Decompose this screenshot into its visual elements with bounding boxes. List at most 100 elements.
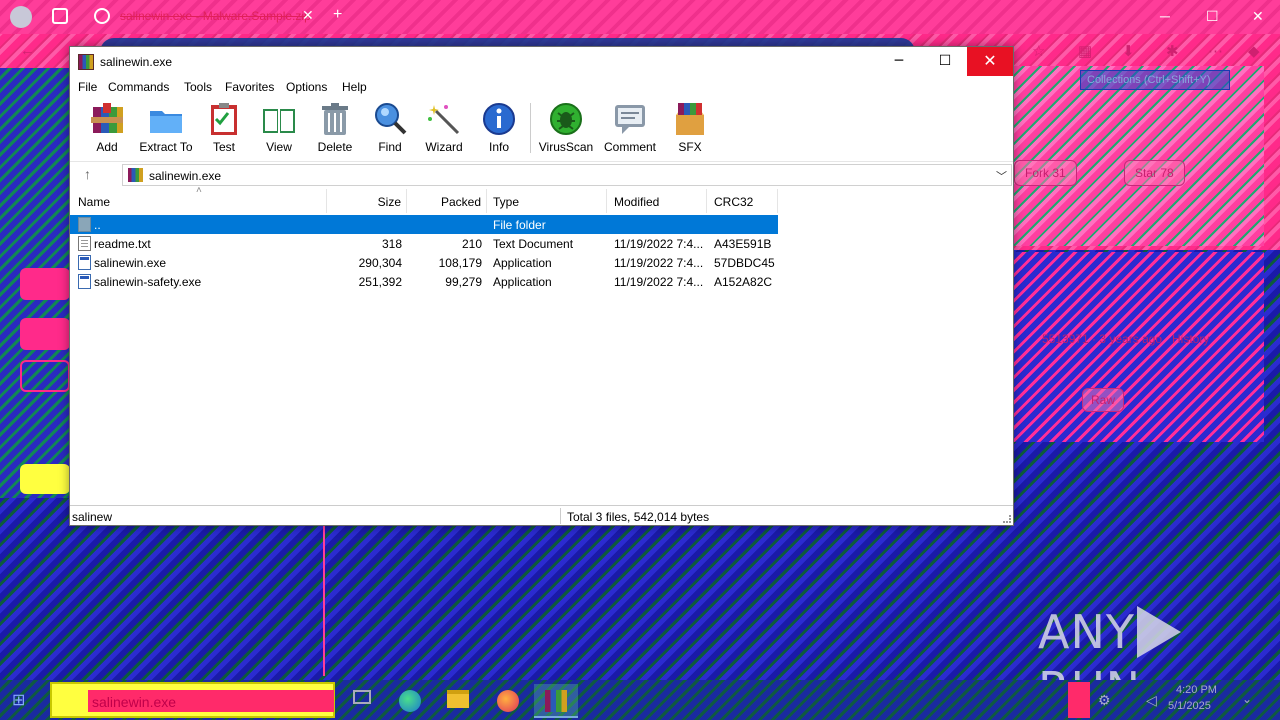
new-tab-icon[interactable]: + — [333, 6, 342, 24]
history-link[interactable]: History — [1172, 332, 1209, 346]
add-label: Add — [96, 140, 118, 154]
sfx-button[interactable]: SFX — [668, 99, 712, 155]
add-button[interactable]: Add — [86, 99, 128, 155]
column-header-packed[interactable]: Packed — [407, 189, 487, 213]
virusscan-button[interactable]: VirusScan — [538, 99, 594, 155]
virusscan-label: VirusScan — [538, 140, 594, 154]
file-packed: 108,179 — [438, 256, 482, 270]
taskbar-winrar-button[interactable] — [534, 684, 578, 718]
test-clipboard-icon — [206, 101, 242, 137]
virus-scan-icon — [548, 101, 584, 137]
download-icon[interactable]: ⬇ — [1122, 42, 1135, 60]
sfx-label: SFX — [678, 140, 702, 154]
task-view-button[interactable] — [340, 684, 384, 718]
taskbar-firefox-button[interactable] — [486, 684, 530, 718]
browser-tab-actions-icon[interactable] — [52, 8, 68, 24]
browser-tab-bar: salinewin.exe - Malware.Sample.zip ✕ + ─… — [0, 0, 1280, 34]
file-modified: 11/19/2022 7:4... — [614, 275, 704, 289]
menu-commands[interactable]: Commands — [108, 80, 169, 94]
wizard-button[interactable]: Wizard — [422, 99, 466, 155]
browser-minimize-icon[interactable]: ─ — [1160, 8, 1170, 24]
copilot-icon[interactable]: ◆ — [1248, 42, 1260, 60]
table-row[interactable]: readme.txt 318 210 Text Document 11/19/2… — [70, 234, 778, 253]
menu-tools[interactable]: Tools — [184, 80, 212, 94]
tray-language-indicator[interactable] — [1068, 682, 1090, 718]
menu-options[interactable]: Options — [286, 80, 327, 94]
browser-close-icon[interactable]: ✕ — [1252, 8, 1264, 25]
trash-icon — [317, 101, 353, 137]
file-name: salinewin-safety.exe — [94, 275, 202, 289]
delete-button[interactable]: Delete — [313, 99, 357, 155]
menu-file[interactable]: File — [78, 80, 97, 94]
taskbar-search-box[interactable]: salinewin.exe — [50, 682, 335, 718]
menu-favorites[interactable]: Favorites — [225, 80, 274, 94]
background-right-panel: Collections (Ctrl+Shift+Y) Fork 31 Star … — [1014, 66, 1264, 246]
comment-button[interactable]: Comment — [602, 99, 658, 155]
browser-maximize-icon[interactable]: ☐ — [1206, 8, 1219, 25]
fork-button[interactable]: Fork 31 — [1014, 160, 1077, 186]
resize-grip[interactable] — [1003, 515, 1011, 523]
toolbar: Add Extract To Test View Delete Find Wiz… — [70, 99, 1013, 157]
browser-tab-title[interactable]: salinewin.exe - Malware.Sample.zip — [120, 9, 311, 23]
column-header-size[interactable]: Size — [327, 189, 407, 213]
clock-date[interactable]: 5/1/2025 — [1168, 700, 1211, 712]
back-icon[interactable]: ← — [20, 42, 35, 59]
comment-icon — [612, 101, 648, 137]
chevron-down-icon[interactable]: ﹀ — [996, 168, 1007, 184]
favorites-icon[interactable]: ☆ — [1032, 42, 1045, 60]
title-bar[interactable]: salinewin.exe ─ ☐ ✕ — [70, 47, 1013, 77]
close-button[interactable]: ✕ — [967, 47, 1013, 76]
tab-close-icon[interactable]: ✕ — [302, 7, 314, 24]
column-header-crc32[interactable]: CRC32 — [707, 189, 778, 213]
github-tab-icon — [94, 8, 110, 24]
extract-to-button[interactable]: Extract To — [138, 99, 194, 155]
extract-to-label: Extract To — [139, 140, 193, 154]
up-one-level-icon[interactable]: ↑ — [84, 166, 91, 182]
network-icon[interactable]: ⚙ — [1098, 692, 1111, 709]
menu-help[interactable]: Help — [342, 80, 367, 94]
delete-label: Delete — [317, 140, 353, 154]
more-icon[interactable]: ⋯ — [1208, 42, 1223, 60]
test-button[interactable]: Test — [204, 99, 244, 155]
star-button[interactable]: Star 78 — [1124, 160, 1185, 186]
bg-sidebar-block — [20, 268, 70, 300]
taskbar: ⊞ salinewin.exe ⚙ ◁ 4:20 PM 5/1/2025 ⌄ — [0, 680, 1280, 720]
fork-label: Fork — [1025, 166, 1049, 180]
toolbar-separator — [530, 103, 531, 153]
browser-profile-icon[interactable] — [10, 6, 32, 28]
winrar-taskbar-icon — [545, 690, 567, 712]
commit-info: 5513971 · 3 years ago — [1042, 332, 1163, 346]
archive-path-field[interactable]: salinewin.exe ﹀ — [122, 164, 1012, 186]
wizard-label: Wizard — [425, 140, 463, 154]
bg-search-block — [20, 360, 70, 392]
table-row[interactable]: .. File folder — [70, 215, 778, 234]
star-count: 78 — [1160, 166, 1174, 180]
exe-file-icon — [78, 255, 91, 270]
view-button[interactable]: View — [257, 99, 301, 155]
clock-time[interactable]: 4:20 PM — [1176, 684, 1217, 696]
raw-button[interactable]: Raw — [1082, 388, 1125, 412]
table-row[interactable]: salinewin-safety.exe 251,392 99,279 Appl… — [70, 272, 778, 291]
extensions-icon[interactable]: ✱ — [1166, 42, 1179, 60]
info-label: Info — [488, 140, 509, 154]
minimize-button[interactable]: ─ — [876, 47, 922, 76]
taskbar-edge-button[interactable] — [388, 684, 432, 718]
maximize-button[interactable]: ☐ — [922, 47, 968, 76]
notification-chevron-icon[interactable]: ⌄ — [1242, 692, 1252, 706]
column-header-name[interactable]: Name — [70, 189, 327, 213]
comment-label: Comment — [603, 140, 656, 154]
status-bar: salinew Total 3 files, 542,014 bytes — [70, 505, 1013, 525]
file-type: Application — [493, 275, 552, 289]
collections-icon[interactable]: ▦ — [1078, 42, 1092, 60]
column-header-type[interactable]: Type — [487, 189, 607, 213]
start-icon[interactable]: ⊞ — [12, 690, 32, 710]
find-button[interactable]: Find — [370, 99, 410, 155]
file-crc: A43E591B — [714, 237, 772, 251]
taskbar-search-field[interactable]: salinewin.exe — [88, 690, 334, 712]
taskbar-explorer-button[interactable] — [436, 684, 480, 718]
info-button[interactable]: Info — [480, 99, 518, 155]
column-header-modified[interactable]: Modified — [607, 189, 707, 213]
volume-icon[interactable]: ◁ — [1146, 692, 1157, 709]
archive-path-text: salinewin.exe — [149, 169, 222, 183]
table-row[interactable]: salinewin.exe 290,304 108,179 Applicatio… — [70, 253, 778, 272]
